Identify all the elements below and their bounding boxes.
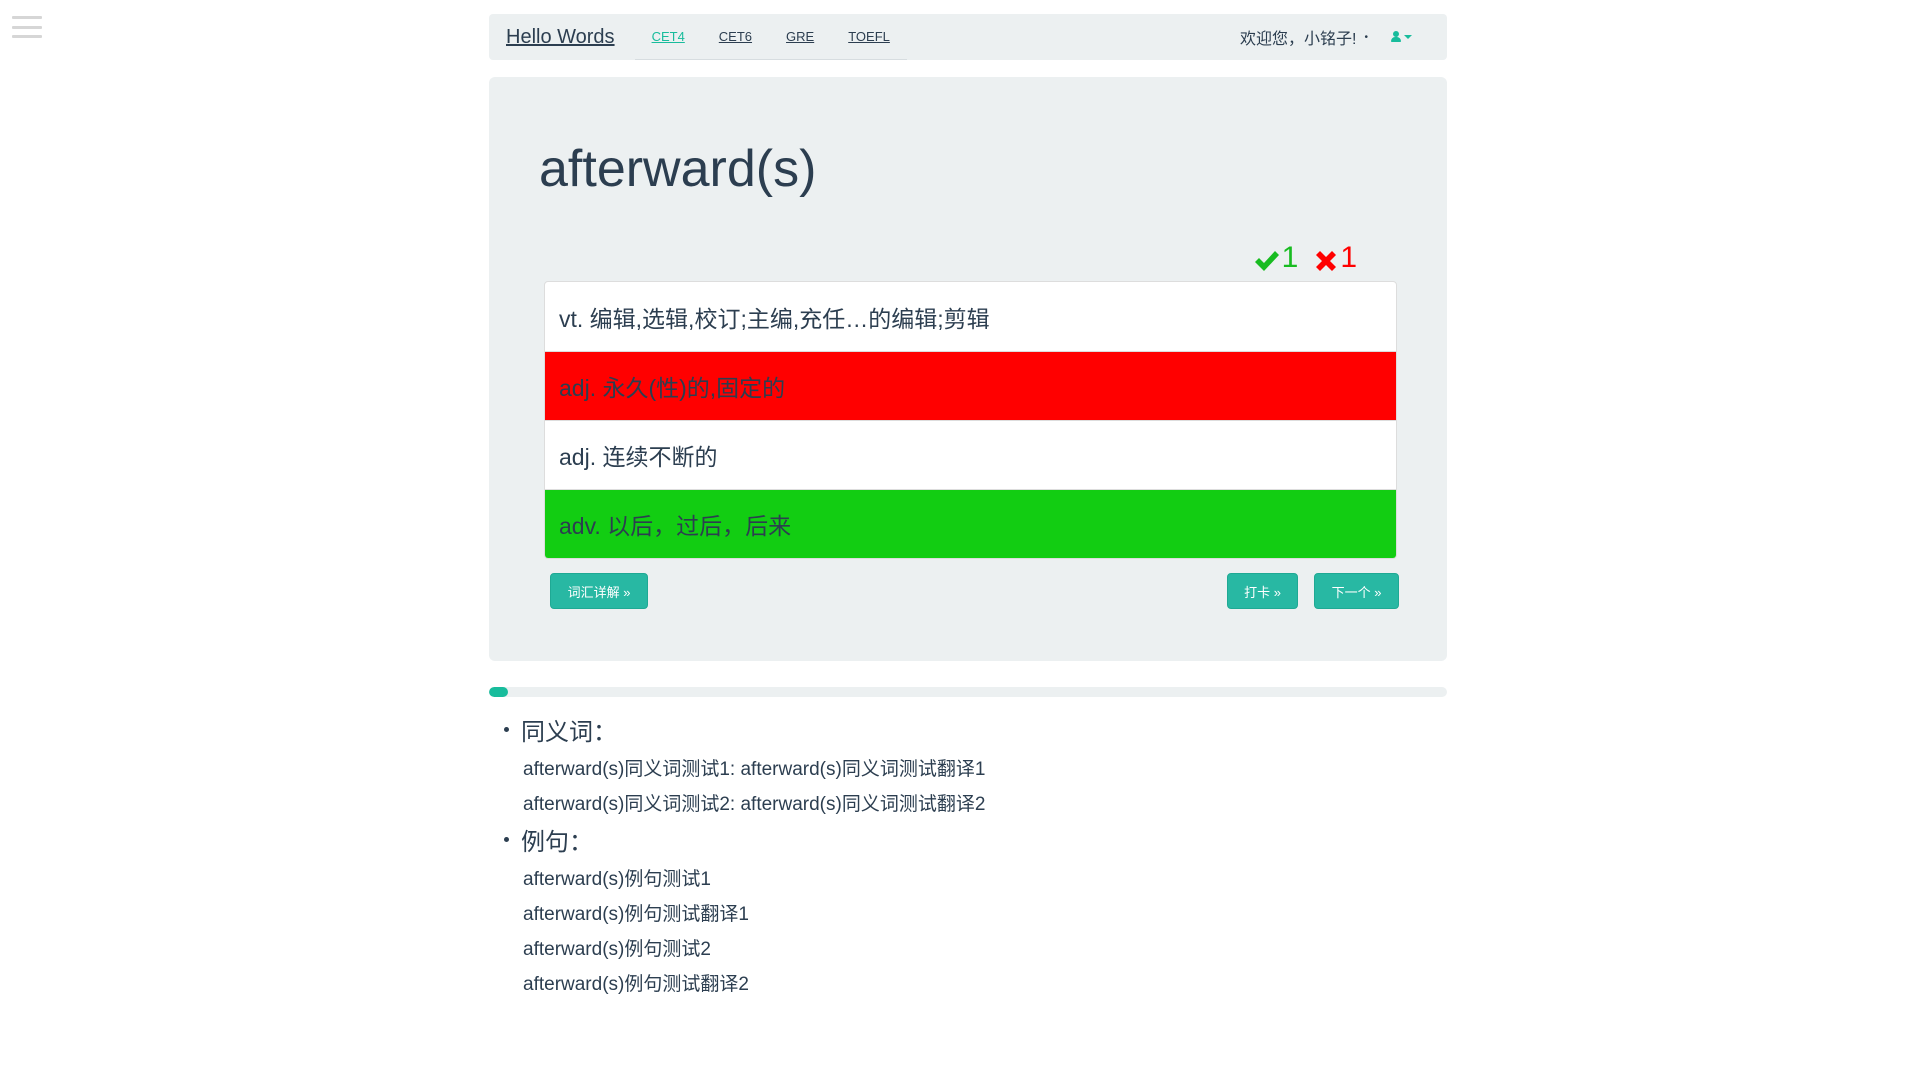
progress-bar [489,687,509,697]
user-dropdown-toggle[interactable] [1390,31,1412,43]
synonyms-list: afterward(s)同义词测试1: afterward(s)同义词测试翻译1… [504,746,1404,820]
example-item: afterward(s)例句测试翻译2 [523,974,749,995]
examples-heading: 例句： [504,822,1404,856]
nav-link-cet4[interactable]: CET4 [635,14,702,59]
wrong-score: 1 [1314,237,1357,273]
welcome-text: 欢迎您，小铭子! [1240,31,1357,48]
progress-track [489,687,1447,697]
nav-user-area: 欢迎您，小铭子! • [1240,25,1430,49]
brand-link[interactable]: Hello Words [506,26,615,49]
answer-option-correct[interactable]: adv. 以后，过后，后来 [545,489,1396,558]
score-panel: 1 1 [1254,237,1357,273]
synonym-item: afterward(s)同义词测试2: afterward(s)同义词测试翻译2 [523,794,986,815]
word-card: afterward(s) 1 1 vt. 编辑,选辑,校订;主编,充任…的编辑;… [489,77,1447,661]
synonyms-title: 同义词： [521,718,617,746]
word-detail-button[interactable]: 词汇详解 » [550,573,648,609]
correct-score: 1 [1254,237,1299,274]
check-icon [1254,251,1279,271]
answer-option[interactable]: vt. 编辑,选辑,校订;主编,充任…的编辑;剪辑 [545,282,1396,351]
correct-count: 1 [1281,241,1299,274]
hamburger-line [12,35,42,38]
hamburger-menu-icon[interactable] [12,16,42,38]
nav-link-cet6[interactable]: CET6 [702,14,769,59]
examples-title: 例句： [521,828,593,856]
next-word-button[interactable]: 下一个 » [1314,573,1399,609]
separator-dot: • [1364,31,1368,43]
answer-option-wrong[interactable]: adj. 永久(性)的,固定的 [545,351,1396,420]
example-item: afterward(s)例句测试1 [523,869,711,890]
word-title: afterward(s) [539,140,817,198]
examples-list: afterward(s)例句测试1 afterward(s)例句测试翻译1 af… [504,856,1404,1000]
example-item: afterward(s)例句测试翻译1 [523,904,749,925]
nav-links: CET4 CET6 GRE TOEFL [634,14,907,60]
examples-section: 例句： afterward(s)例句测试1 afterward(s)例句测试翻译… [504,822,1404,1000]
nav-link-gre[interactable]: GRE [769,14,831,59]
cross-icon [1316,251,1337,271]
synonyms-heading: 同义词： [504,712,1404,746]
hamburger-line [12,25,42,29]
synonym-item: afterward(s)同义词测试1: afterward(s)同义词测试翻译1 [523,759,986,780]
hamburger-line [12,16,42,19]
wrong-count: 1 [1340,241,1357,274]
checkin-button[interactable]: 打卡 » [1227,573,1298,609]
answer-options: vt. 编辑,选辑,校订;主编,充任…的编辑;剪辑 adj. 永久(性)的,固定… [544,281,1397,559]
synonyms-section: 同义词： afterward(s)同义词测试1: afterward(s)同义词… [504,712,1404,820]
example-item: afterward(s)例句测试2 [523,939,711,960]
top-navbar: Hello Words CET4 CET6 GRE TOEFL 欢迎您，小铭子!… [489,14,1447,60]
user-icon [1390,31,1402,43]
bullet-icon [504,726,509,732]
answer-option[interactable]: adj. 连续不断的 [545,420,1396,489]
caret-down-icon [1404,35,1412,39]
word-details: 同义词： afterward(s)同义词测试1: afterward(s)同义词… [504,712,1404,1002]
nav-link-toefl[interactable]: TOEFL [831,14,907,59]
bullet-icon [504,836,509,842]
